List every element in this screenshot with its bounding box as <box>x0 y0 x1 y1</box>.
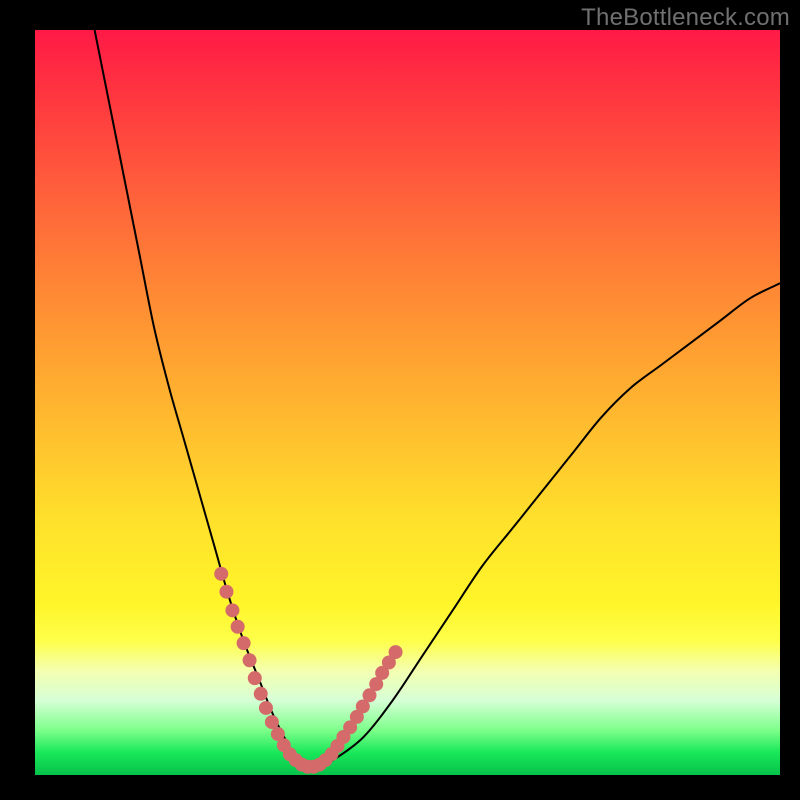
highlight-dot <box>231 620 245 634</box>
highlight-dot <box>225 603 239 617</box>
highlight-dot <box>214 567 228 581</box>
bottleneck-curve-path <box>95 30 780 768</box>
highlight-dot <box>237 636 251 650</box>
chart-frame: TheBottleneck.com <box>0 0 800 800</box>
plot-area <box>35 30 780 775</box>
highlight-dot <box>219 585 233 599</box>
highlight-dot <box>248 671 262 685</box>
highlight-dots-group <box>214 567 402 774</box>
bottleneck-curve-svg <box>35 30 780 775</box>
highlight-dot <box>243 653 257 667</box>
highlight-dot <box>265 715 279 729</box>
highlight-dot <box>254 687 268 701</box>
highlight-dot <box>389 645 403 659</box>
watermark-text: TheBottleneck.com <box>581 4 790 32</box>
highlight-dot <box>259 701 273 715</box>
